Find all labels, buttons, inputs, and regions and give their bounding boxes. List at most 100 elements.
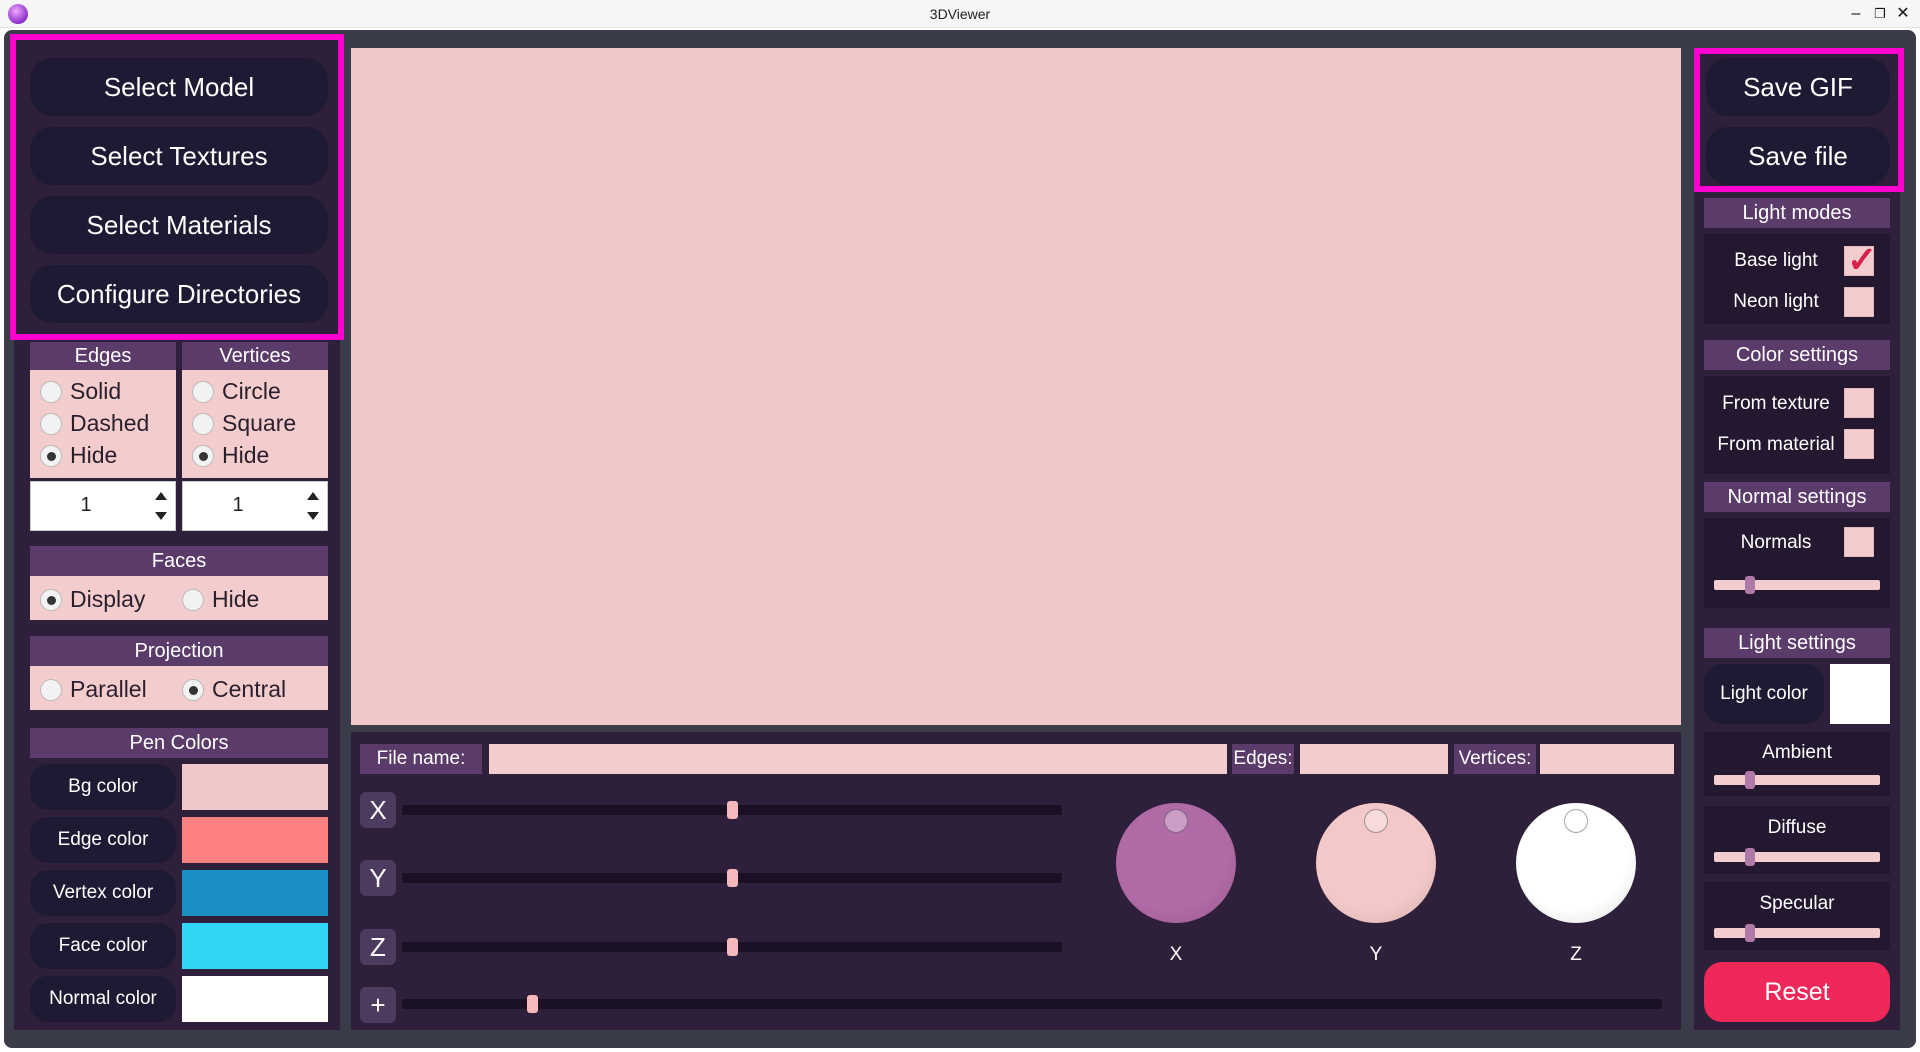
base-light-label: Base light: [1734, 250, 1818, 271]
vertex-color-swatch[interactable]: [182, 870, 328, 916]
projection-parallel-radio[interactable]: Parallel: [40, 676, 147, 703]
radio-label: Dashed: [70, 410, 150, 436]
radio-dot: [40, 588, 62, 611]
scale-button[interactable]: +: [360, 987, 396, 1023]
spin-up-icon[interactable]: [155, 492, 167, 500]
light-color-button[interactable]: Light color: [1704, 664, 1824, 724]
edge-color-button[interactable]: Edge color: [30, 817, 176, 863]
radio-label: Central: [212, 676, 287, 702]
ambient-slider-handle[interactable]: [1745, 771, 1756, 789]
specular-slider-handle[interactable]: [1745, 924, 1756, 942]
vertices-header: Vertices: [182, 342, 328, 370]
radio-label: Hide: [70, 442, 118, 468]
select-model-button[interactable]: Select Model: [30, 58, 328, 116]
light-modes-header: Light modes: [1704, 198, 1890, 228]
spinbox-value: 1: [232, 494, 244, 516]
radio-dot: [192, 444, 214, 467]
faces-hide-radio[interactable]: Hide: [182, 586, 259, 613]
vertices-hide-radio[interactable]: Hide: [192, 442, 269, 469]
save-gif-button[interactable]: Save GIF: [1706, 58, 1890, 116]
move-y-slider-handle[interactable]: [726, 869, 738, 887]
radio-dot: [192, 412, 214, 435]
dial-knob[interactable]: [1164, 809, 1188, 833]
rotate-x-dial[interactable]: [1116, 803, 1236, 923]
rotate-y-dial[interactable]: [1316, 803, 1436, 923]
spin-down-icon[interactable]: [307, 512, 319, 520]
move-y-button[interactable]: Y: [360, 860, 396, 896]
radio-label: Square: [222, 410, 297, 436]
select-textures-button[interactable]: Select Textures: [30, 127, 328, 185]
rotate-z-dial[interactable]: [1516, 803, 1636, 923]
neon-light-checkbox[interactable]: [1844, 287, 1874, 317]
bg-color-swatch[interactable]: [182, 764, 328, 810]
vertex-color-button[interactable]: Vertex color: [30, 870, 176, 916]
radio-dot: [40, 380, 62, 403]
select-materials-button[interactable]: Select Materials: [30, 196, 328, 254]
rotate-y-label: Y: [1369, 944, 1383, 965]
faces-options: Display Hide: [30, 576, 328, 620]
diffuse-slider[interactable]: [1714, 852, 1880, 862]
projection-options: Parallel Central: [30, 666, 328, 710]
projection-header: Projection: [30, 636, 328, 666]
dial-knob[interactable]: [1564, 809, 1588, 833]
normals-slider-handle[interactable]: [1745, 576, 1756, 594]
neon-light-label: Neon light: [1733, 291, 1819, 312]
face-color-swatch[interactable]: [182, 923, 328, 969]
specular-slider[interactable]: [1714, 928, 1880, 938]
normals-slider[interactable]: [1714, 580, 1880, 590]
normal-color-swatch[interactable]: [182, 976, 328, 1022]
radio-label: Hide: [222, 442, 270, 468]
3d-viewport[interactable]: [351, 48, 1681, 725]
faces-display-radio[interactable]: Display: [40, 586, 145, 613]
move-x-button[interactable]: X: [360, 792, 396, 828]
file-name-label: File name:: [360, 744, 482, 774]
scale-slider[interactable]: [402, 999, 1662, 1009]
from-texture-checkbox[interactable]: [1844, 388, 1874, 418]
diffuse-slider-handle[interactable]: [1745, 848, 1756, 866]
radio-label: Display: [70, 586, 146, 612]
bg-color-button[interactable]: Bg color: [30, 764, 176, 810]
save-file-button[interactable]: Save file: [1706, 127, 1890, 185]
move-z-slider-handle[interactable]: [726, 938, 738, 956]
spinbox-value: 1: [80, 494, 92, 516]
normals-checkbox[interactable]: [1844, 527, 1874, 557]
vertices-circle-radio[interactable]: Circle: [192, 378, 281, 405]
restore-button[interactable]: ❐: [1870, 4, 1890, 24]
normal-color-button[interactable]: Normal color: [30, 976, 176, 1022]
radio-dot: [40, 412, 62, 435]
light-color-swatch[interactable]: [1830, 664, 1890, 724]
from-material-checkbox[interactable]: [1844, 429, 1874, 459]
rotate-x-label: X: [1169, 944, 1183, 965]
minimize-button[interactable]: –: [1846, 4, 1866, 24]
ambient-slider[interactable]: [1714, 775, 1880, 785]
edge-color-swatch[interactable]: [182, 817, 328, 863]
reset-button[interactable]: Reset: [1704, 962, 1890, 1022]
vertex-size-spinbox[interactable]: 1: [182, 481, 328, 531]
edge-thickness-spinbox[interactable]: 1: [30, 481, 176, 531]
move-z-button[interactable]: Z: [360, 929, 396, 965]
face-color-button[interactable]: Face color: [30, 923, 176, 969]
edges-solid-radio[interactable]: Solid: [40, 378, 121, 405]
vertices-options: Circle Square Hide: [182, 370, 328, 478]
vertices-square-radio[interactable]: Square: [192, 410, 296, 437]
title-bar: 3DViewer – ❐ ✕: [0, 0, 1920, 28]
base-light-checkbox[interactable]: [1844, 239, 1877, 281]
configure-directories-button[interactable]: Configure Directories: [30, 265, 328, 323]
scale-slider-handle[interactable]: [526, 995, 538, 1013]
spin-up-icon[interactable]: [307, 492, 319, 500]
edges-count-field: [1300, 744, 1448, 774]
projection-central-radio[interactable]: Central: [182, 676, 286, 703]
diffuse-label: Diffuse: [1767, 817, 1827, 838]
edges-hide-radio[interactable]: Hide: [40, 442, 117, 469]
radio-dot: [182, 588, 204, 611]
ambient-label: Ambient: [1762, 742, 1832, 763]
radio-label: Circle: [222, 378, 281, 404]
specular-label: Specular: [1759, 893, 1835, 914]
close-button[interactable]: ✕: [1893, 4, 1913, 24]
move-x-slider-handle[interactable]: [726, 801, 738, 819]
edges-dashed-radio[interactable]: Dashed: [40, 410, 149, 437]
dial-knob[interactable]: [1364, 809, 1388, 833]
spin-down-icon[interactable]: [155, 512, 167, 520]
normal-settings-header: Normal settings: [1704, 482, 1890, 512]
radio-dot: [40, 444, 62, 467]
